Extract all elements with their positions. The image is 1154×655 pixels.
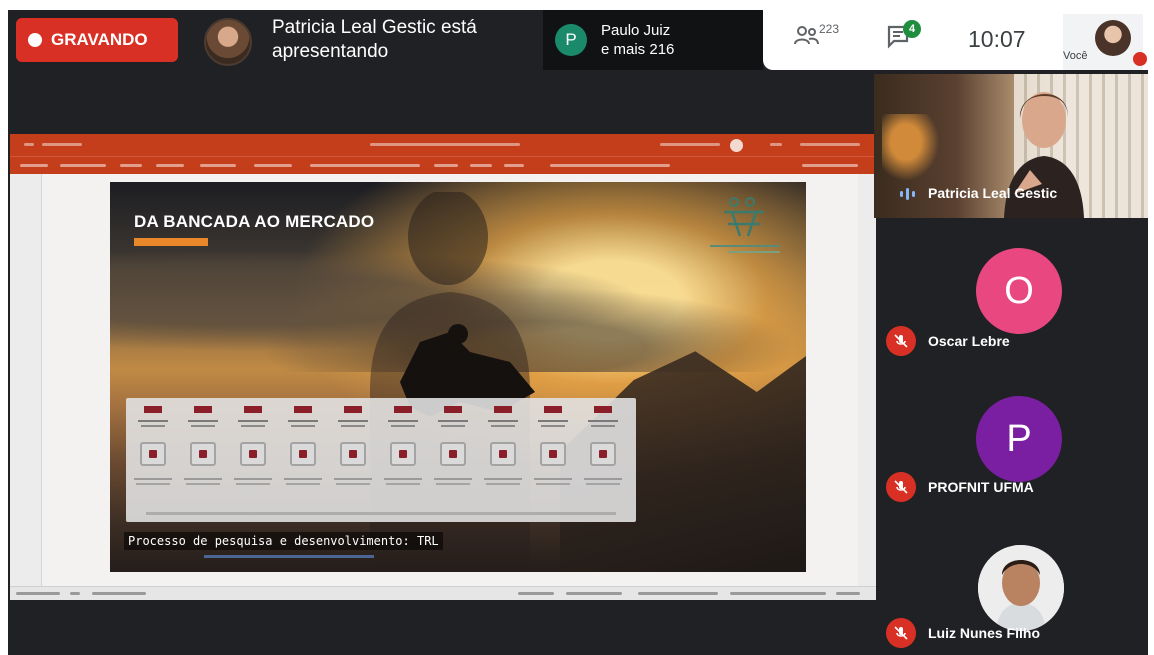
presenter-banner: Patricia Leal Gestic está apresentando [272,16,542,64]
ppt-user-avatar [730,139,743,152]
trl-level [330,406,376,516]
ribbon-tab [200,164,236,167]
trl-level [180,406,226,516]
self-label: Você [1063,50,1088,62]
account-name [660,143,720,146]
save-icon [24,143,34,146]
slides-pane [10,174,42,586]
ppt-title-bar [10,134,876,156]
record-dot-icon [28,33,42,47]
viewers-text: Paulo Juiz e mais 216 [601,21,674,59]
self-mic-off-icon [1133,52,1147,66]
profnit-logo-icon [710,197,780,253]
people-icon [794,26,819,45]
mic-off-icon [886,326,916,356]
presenter-avatar [204,18,252,66]
zoom-level [836,592,860,595]
ppt-scrollbar [858,174,876,586]
people-button[interactable]: 223 [793,22,853,54]
self-avatar [1095,20,1131,56]
person-photo-icon [978,545,1064,631]
trl-level [480,406,526,516]
ribbon-tab [434,164,458,167]
accessibility-icon [70,592,80,595]
ribbon-tab [120,164,142,167]
participants-count: 223 [819,22,840,36]
trl-level [530,406,576,516]
comments-button [566,592,622,595]
ppt-ribbon-tabs [10,156,876,174]
participant-avatar-oscar[interactable]: O [976,248,1062,334]
trl-level [130,406,176,516]
viewers-line1: Paulo Juiz [601,22,671,39]
ribbon-tab [156,164,184,167]
self-view-tile[interactable]: Você [1063,14,1147,70]
trl-diagram [126,398,636,522]
window-title [370,143,520,146]
recording-label: GRAVANDO [51,30,148,49]
ribbon-options-icon [770,143,782,146]
ppt-status-bar [10,586,876,600]
viewers-line2: e mais 216 [601,41,675,58]
share-button [802,164,858,167]
window-controls [800,143,860,146]
viewers-chip[interactable]: P Paulo Juiz e mais 216 [543,10,763,70]
ribbon-tab [20,164,48,167]
notes-button [518,592,554,595]
ribbon-tab [60,164,106,167]
slide-title: DA BANCADA AO MERCADO [134,212,375,231]
recording-indicator[interactable]: GRAVANDO [16,18,178,62]
current-slide: DA BANCADA AO MERCADO Processo de pesqui… [110,182,806,572]
background-lamp [882,114,942,184]
presenter-line1: Patricia Leal Gestic está [272,17,477,38]
voice-activity-icon [900,188,915,200]
clock: 10:07 [968,26,1026,52]
participant-name-profnit: PROFNIT UFMA [928,479,1034,495]
trl-level [280,406,326,516]
participant-avatar-luiz[interactable] [978,545,1064,631]
trl-level [580,406,626,516]
mic-off-icon [886,472,916,502]
view-buttons [638,592,718,595]
participant-avatar-profnit[interactable]: P [976,396,1062,482]
trl-phase-bar [146,512,616,515]
zoom-slider [730,592,826,595]
slide-title-accent [134,238,208,246]
ribbon-tab [504,164,524,167]
slide-counter [16,592,60,595]
slide-caption: Processo de pesquisa e desenvolvimento: … [124,532,443,550]
language-indicator [92,592,146,595]
trl-level [380,406,426,516]
trl-level [230,406,276,516]
ribbon-tab [470,164,492,167]
quick-access-toolbar [42,143,82,146]
trl-level [430,406,476,516]
tell-me-search [550,164,670,167]
chat-button[interactable]: 4 [885,20,921,56]
participant-name-oscar: Oscar Lebre [928,333,1010,349]
ribbon-tab [310,164,420,167]
participant-name-luiz: Luiz Nunes Filho [928,625,1040,641]
chat-badge: 4 [903,20,921,38]
meeting-controls-panel: 223 4 10:07 Você [763,10,1148,70]
viewer-avatar: P [555,24,587,56]
slide-footer-line [204,555,374,558]
participant-name-patricia: Patricia Leal Gestic [928,185,1058,201]
meeting-stage: GRAVANDO Patricia Leal Gestic está apres… [8,10,1148,655]
shared-screen: DA BANCADA AO MERCADO Processo de pesqui… [10,134,876,600]
presenter-line2: apresentando [272,41,389,62]
mic-off-icon [886,618,916,648]
ribbon-tab [254,164,292,167]
